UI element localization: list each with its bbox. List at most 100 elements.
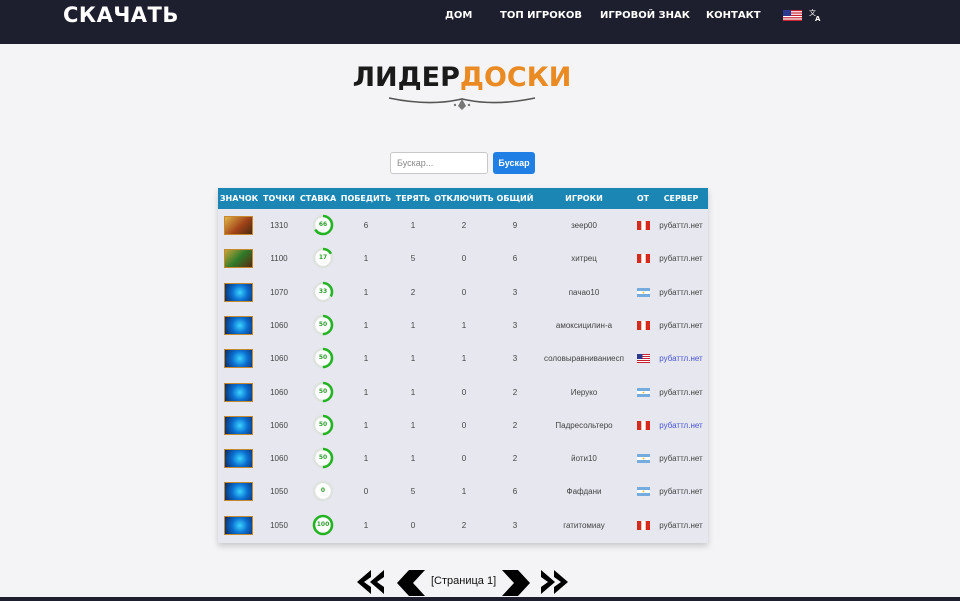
argentina-flag-icon [637,287,650,297]
column-header[interactable]: ЗНАЧОК [220,188,258,209]
player-name[interactable]: Фафдани [567,475,602,508]
disconnects-cell: 0 [461,454,467,464]
top-navbar: СКАЧАТЬ ДОМ ТОП ИГРОКОВ ИГРОВОЙ ЗНАК КОН… [0,0,960,44]
losses-cell: 5 [410,487,416,497]
page-title: ЛИДЕРДОСКИ [0,62,924,93]
table-header: ЗНАЧОК ТОЧКИ СТАВКА ПОБЕДИТЬ ТЕРЯТЬ ОТКЛ… [218,188,708,209]
next-page-icon[interactable] [500,570,530,596]
server-cell[interactable]: рубаттл.нет [659,342,702,375]
column-header[interactable]: СТАВКА [300,188,336,209]
disconnects-cell: 0 [461,420,467,430]
rate-value: 100 [316,520,330,528]
player-name[interactable]: хитрец [571,242,597,275]
losses-cell: 2 [410,287,416,297]
server-cell[interactable]: рубаттл.нет [659,442,702,475]
table-row[interactable]: 66 1310 6 1 2 9 зеер00 рубаттл.нет [218,209,708,242]
server-cell[interactable]: рубаттл.нет [659,376,702,409]
nav-contact[interactable]: КОНТАКТ [706,10,761,21]
total-cell: 2 [512,387,518,397]
rate-value: 66 [318,221,328,228]
site-logo[interactable]: СКАЧАТЬ [63,3,179,27]
column-header[interactable]: ТОЧКИ [263,188,295,209]
title-part-2: ДОСКИ [459,62,572,93]
server-cell[interactable]: рубаттл.нет [659,475,702,508]
server-cell[interactable]: рубаттл.нет [659,309,702,342]
losses-cell: 1 [410,387,416,397]
points-cell: 1050 [270,487,288,497]
server-cell[interactable]: рубаттл.нет [659,409,702,442]
badge-blue-icon [224,482,253,502]
server-cell[interactable]: рубаттл.нет [659,276,702,309]
points-cell: 1060 [270,320,288,330]
wins-cell: 1 [363,287,369,297]
player-name[interactable]: амоксицилин-а [556,309,612,342]
losses-cell: 5 [410,254,416,264]
table-row[interactable]: 50 1060 1 1 1 3 соловыравниваниесп рубаттл.нет [218,342,708,375]
wins-cell: 1 [363,354,369,364]
player-name[interactable]: пачао10 [569,276,600,309]
server-cell[interactable]: рубаттл.нет [659,509,702,542]
disconnects-cell: 0 [461,254,467,264]
column-header[interactable]: ТЕРЯТЬ [396,188,431,209]
points-cell: 1060 [270,454,288,464]
total-cell: 9 [512,221,518,230]
player-name[interactable]: соловыравниваниесп [544,342,624,375]
nav-home[interactable]: ДОМ [445,10,472,21]
first-page-icon[interactable] [357,570,385,594]
nav-game-badge[interactable]: ИГРОВОЙ ЗНАК [600,10,690,21]
peru-flag-icon [637,320,650,330]
points-cell: 1060 [270,420,288,430]
table-row[interactable]: 100 1050 1 0 2 3 гатитомиау рубаттл.нет [218,509,708,542]
rate-value: 50 [318,320,328,328]
total-cell: 6 [512,487,518,497]
rate-value: 50 [318,454,328,462]
table-row[interactable]: 17 1100 1 5 0 6 хитрец рубаттл.нет [218,242,708,275]
search-button[interactable]: Бускар [493,152,535,174]
disconnects-cell: 1 [461,354,467,364]
argentina-flag-icon [637,487,650,497]
player-name[interactable]: Иеруко [571,376,598,409]
peru-flag-icon [637,221,650,230]
wins-cell: 1 [363,320,369,330]
search-input[interactable] [390,152,488,174]
column-header[interactable]: ОТКЛЮЧИТЬ [434,188,494,209]
player-name[interactable]: йоти10 [571,442,597,475]
column-header[interactable]: ОТ [637,188,649,209]
column-header[interactable]: ОБЩИЙ [497,188,534,209]
points-cell: 1070 [270,287,288,297]
wins-cell: 1 [363,387,369,397]
translate-icon[interactable]: 文 A [809,8,822,22]
leaderboard-table: ЗНАЧОК ТОЧКИ СТАВКА ПОБЕДИТЬ ТЕРЯТЬ ОТКЛ… [218,188,708,543]
nav-top-players[interactable]: ТОП ИГРОКОВ [500,10,582,21]
column-header[interactable]: ПОБЕДИТЬ [341,188,391,209]
player-name[interactable]: зеер00 [571,209,597,242]
column-header[interactable]: ИГРОКИ [565,188,603,209]
us-flag-icon[interactable] [783,10,802,21]
column-header[interactable]: СЕРВЕР [664,188,699,209]
table-row[interactable]: 50 1060 1 1 0 2 Падресольтеро рубаттл.нет [218,409,708,442]
player-name[interactable]: Падресольтеро [555,409,612,442]
losses-cell: 1 [410,221,416,230]
table-row[interactable]: 50 1060 1 1 0 2 йоти10 рубаттл.нет [218,442,708,475]
points-cell: 1050 [270,520,288,530]
points-cell: 1310 [270,221,288,230]
last-page-icon[interactable] [540,570,568,594]
rate-value: 50 [318,420,328,428]
rate-value: 33 [318,287,328,295]
table-row[interactable]: 33 1070 1 2 0 3 пачао10 рубаттл.нет [218,276,708,309]
table-row[interactable]: 50 1060 1 1 1 3 амоксицилин-а рубаттл.нет [218,309,708,342]
disconnects-cell: 2 [461,221,467,230]
losses-cell: 1 [410,354,416,364]
player-name[interactable]: гатитомиау [563,509,605,542]
badge-blue-icon [224,349,253,369]
peru-flag-icon [637,254,650,264]
server-cell[interactable]: рубаттл.нет [659,242,702,275]
badge-blue-icon [224,449,253,469]
previous-page-icon[interactable] [397,570,427,596]
disconnects-cell: 0 [461,387,467,397]
table-row[interactable]: 50 1060 1 1 0 2 Иеруко рубаттл.нет [218,376,708,409]
badge-blue-icon [224,415,253,435]
page-indicator: [Страница 1] [431,575,497,587]
table-row[interactable]: 0 1050 0 5 1 6 Фафдани рубаттл.нет [218,475,708,508]
server-cell[interactable]: рубаттл.нет [659,209,702,242]
